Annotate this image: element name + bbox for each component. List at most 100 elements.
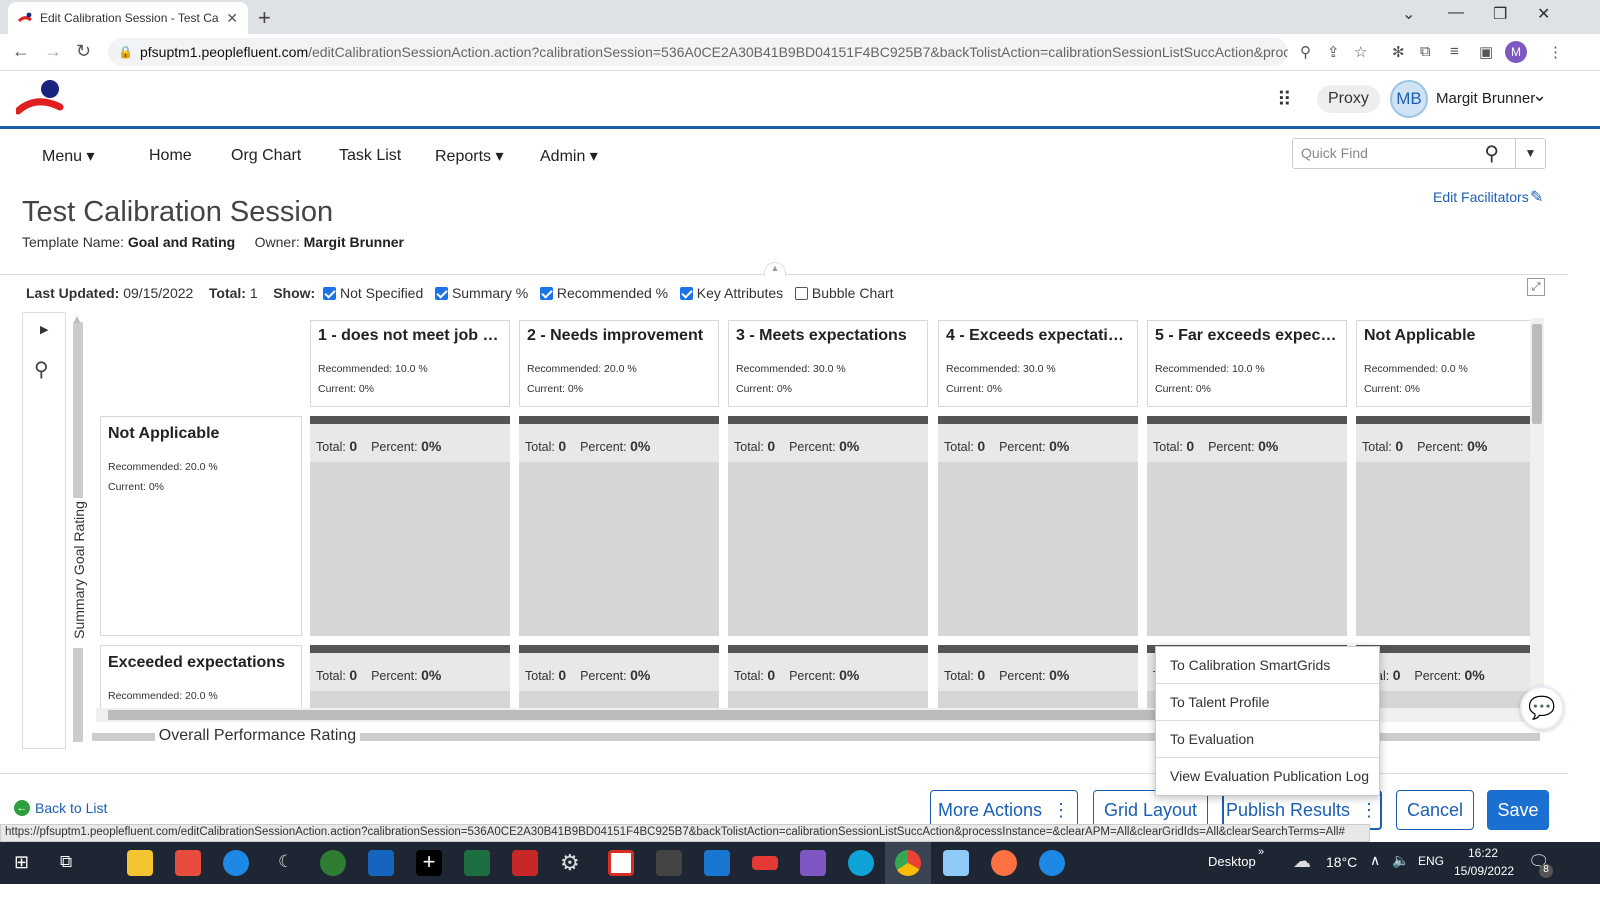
volume-icon[interactable]: 🔈 <box>1392 852 1409 869</box>
cancel-button[interactable]: Cancel <box>1396 790 1474 830</box>
mail-icon[interactable] <box>800 850 826 876</box>
grid-cell[interactable]: Total: 0 Percent: 0% <box>938 645 1138 708</box>
collapse-header-icon[interactable]: ▲ <box>764 262 786 276</box>
settings-gear-icon[interactable]: ⚙ <box>560 850 580 876</box>
company-logo[interactable] <box>14 77 64 122</box>
app-icon[interactable] <box>943 850 969 876</box>
edit-icon[interactable]: ✎ <box>1530 187 1543 207</box>
nav-home[interactable]: Home <box>149 147 192 165</box>
back-arrow-icon[interactable]: ← <box>14 800 30 816</box>
sidepanel-icon[interactable]: ▣ <box>1479 43 1493 61</box>
bookmark-star-icon[interactable]: ☆ <box>1354 43 1367 61</box>
app-icon[interactable] <box>1039 850 1065 876</box>
show-not-specified[interactable]: Not Specified <box>322 285 423 301</box>
orf-icon[interactable] <box>752 856 778 870</box>
weather-temp[interactable]: 18°C <box>1326 854 1357 870</box>
vertical-scroll-thumb[interactable] <box>1532 324 1542 424</box>
search-icon[interactable]: ⚲ <box>34 357 49 382</box>
app-icon[interactable]: + <box>416 850 442 876</box>
chat-icon[interactable]: 💬 <box>1520 686 1564 730</box>
expand-fullscreen-icon[interactable]: ⤢ <box>1527 278 1545 296</box>
show-recommended-percent[interactable]: Recommended % <box>539 285 668 301</box>
grid-cell[interactable]: Total: 0 Percent: 0% <box>310 416 510 636</box>
vertical-scrollbar[interactable] <box>1530 318 1544 708</box>
grid-cell[interactable]: Total: 0 Percent: 0% <box>1356 416 1530 636</box>
nav-menu[interactable]: Menu ▾ <box>42 146 95 166</box>
app-icon[interactable] <box>991 850 1017 876</box>
user-menu-chevron-icon[interactable]: ⌄ <box>1532 85 1547 106</box>
menu-item-view-evaluation-publication-log[interactable]: View Evaluation Publication Log <box>1156 758 1379 795</box>
new-tab-icon[interactable]: + <box>258 5 271 31</box>
grid-cell[interactable]: Total: 0 Percent: 0% <box>519 645 719 708</box>
quick-find-dropdown-icon[interactable]: ▼ <box>1515 139 1545 168</box>
checkbox[interactable] <box>322 287 336 300</box>
apps-grid-icon[interactable]: ⠿ <box>1277 87 1292 112</box>
nav-org-chart[interactable]: Org Chart <box>231 147 301 165</box>
clock-time[interactable]: 16:22 <box>1468 846 1498 860</box>
puzzle-icon[interactable]: ⧉ <box>1420 43 1431 60</box>
close-window-icon[interactable]: ✕ <box>1537 4 1550 24</box>
kebab-menu-icon[interactable]: ⋮ <box>1548 43 1563 61</box>
address-bar[interactable]: 🔒 pfsuptm1.peoplefluent.com/editCalibrat… <box>108 38 1288 66</box>
file-explorer-icon[interactable] <box>127 850 153 876</box>
grid-cell[interactable]: Total: 0 Percent: 0% <box>938 416 1138 636</box>
clock-date[interactable]: 15/09/2022 <box>1454 864 1514 878</box>
menu-item-to-evaluation[interactable]: To Evaluation <box>1156 721 1379 758</box>
horizontal-scroll-thumb[interactable] <box>108 710 1168 720</box>
grid-cell[interactable]: Total: 0 Percent: 0% <box>728 645 928 708</box>
back-icon[interactable]: ← <box>12 41 30 62</box>
nav-task-list[interactable]: Task List <box>339 147 401 165</box>
checkbox[interactable] <box>794 287 808 300</box>
tab-search-icon[interactable]: ⌄ <box>1402 4 1415 24</box>
expand-panel-icon[interactable]: ▶ <box>40 323 48 336</box>
save-button[interactable]: Save <box>1487 790 1549 830</box>
app-icon[interactable] <box>368 850 394 876</box>
internet-explorer-icon[interactable] <box>223 850 249 876</box>
zoom-icon[interactable]: ⚲ <box>1300 43 1311 61</box>
grid-cell[interactable]: al: 0 Percent: 0% <box>1356 645 1530 708</box>
grid-cell[interactable]: Total: 0 Percent: 0% <box>1147 416 1347 636</box>
back-to-list-link[interactable]: Back to List <box>35 800 107 816</box>
restore-icon[interactable]: ❐ <box>1493 4 1507 24</box>
media-icon[interactable]: ≡ <box>1450 43 1459 60</box>
app-icon[interactable] <box>175 850 201 876</box>
share-icon[interactable]: ⇪ <box>1327 43 1340 61</box>
minimize-icon[interactable]: — <box>1448 4 1464 22</box>
windows-start-icon[interactable]: ⊞ <box>14 852 29 873</box>
close-tab-icon[interactable]: ✕ <box>226 10 238 27</box>
show-bubble-chart[interactable]: Bubble Chart <box>794 285 894 301</box>
app-icon[interactable]: ☾ <box>278 852 293 872</box>
browser-tab[interactable]: Edit Calibration Session - Test Ca ✕ <box>8 2 248 34</box>
excel-icon[interactable] <box>464 850 490 876</box>
user-name[interactable]: Margit Brunner <box>1436 90 1535 107</box>
profile-avatar[interactable]: M <box>1505 41 1527 63</box>
menu-item-to-talent-profile[interactable]: To Talent Profile <box>1156 684 1379 721</box>
app-icon[interactable] <box>656 850 682 876</box>
forward-icon[interactable]: → <box>44 41 62 62</box>
show-key-attributes[interactable]: Key Attributes <box>679 285 783 301</box>
search-icon[interactable]: ⚲ <box>1484 141 1499 166</box>
grid-cell[interactable]: Total: 0 Percent: 0% <box>519 416 719 636</box>
app-icon[interactable] <box>704 850 730 876</box>
extension-icon[interactable]: ✻ <box>1392 43 1405 61</box>
checkbox[interactable] <box>434 287 448 300</box>
desktop-expand-icon[interactable]: » <box>1258 846 1264 858</box>
reload-icon[interactable]: ↻ <box>76 41 91 62</box>
edit-facilitators-link[interactable]: Edit Facilitators <box>1433 189 1529 205</box>
tray-expand-icon[interactable]: ∧ <box>1370 852 1380 869</box>
grid-cell[interactable]: Total: 0 Percent: 0% <box>728 416 928 636</box>
language-indicator[interactable]: ENG <box>1418 854 1444 868</box>
grid-cell[interactable]: Total: 0 Percent: 0% <box>310 645 510 708</box>
show-summary-percent[interactable]: Summary % <box>434 285 528 301</box>
nav-admin[interactable]: Admin ▾ <box>540 146 598 166</box>
user-avatar[interactable]: MB <box>1390 80 1428 118</box>
quick-find-input[interactable]: Quick Find ⚲ ▼ <box>1292 138 1546 169</box>
menu-item-to-calibration-smartgrids[interactable]: To Calibration SmartGrids <box>1156 647 1379 684</box>
checkbox[interactable] <box>539 287 553 300</box>
checkbox[interactable] <box>679 287 693 300</box>
app-icon[interactable] <box>320 850 346 876</box>
app-icon[interactable] <box>512 850 538 876</box>
desktop-label[interactable]: Desktop <box>1208 854 1256 869</box>
nav-reports[interactable]: Reports ▾ <box>435 146 504 166</box>
edge-icon[interactable] <box>848 850 874 876</box>
